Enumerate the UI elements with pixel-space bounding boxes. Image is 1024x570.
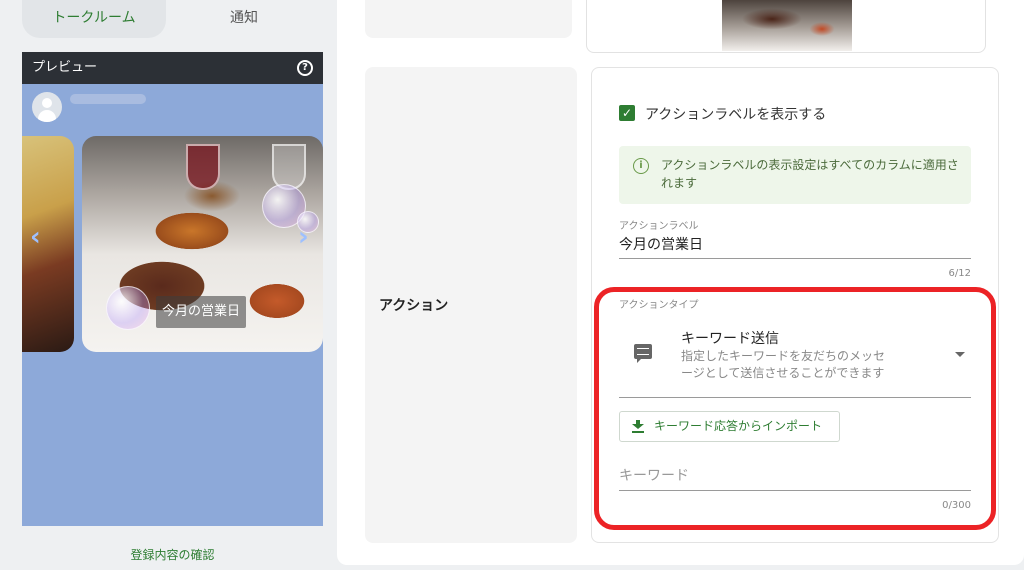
confirm-registration-link[interactable]: 登録内容の確認: [22, 546, 323, 563]
keyword-underline: [619, 490, 971, 491]
action-label-input[interactable]: 今月の営業日: [619, 234, 703, 254]
chevron-right-icon[interactable]: ›: [298, 222, 309, 252]
info-banner-text: アクションラベルの表示設定はすべてのカラムに適用されます: [661, 158, 959, 190]
chat-message-icon: [634, 344, 652, 363]
preview-title: プレビュー: [32, 60, 98, 75]
uploaded-image-thumbnail: [722, 0, 852, 51]
keyword-input[interactable]: [619, 464, 971, 488]
action-type-selected-description: 指定したキーワードを友だちのメッセージとして送信させることができます: [681, 349, 886, 380]
left-panel: トークルーム 通知 プレビュー ? 今月の営業日 ‹ › 登録内容の確認: [0, 0, 345, 570]
preview-header: プレビュー ?: [22, 52, 323, 84]
card-action-label[interactable]: 今月の営業日: [156, 296, 246, 328]
row-label-cell-image: [365, 0, 572, 38]
carousel-card-main: 今月の営業日: [82, 136, 323, 352]
checkbox-checked-icon[interactable]: ✓: [619, 105, 635, 121]
chevron-down-icon[interactable]: [955, 352, 965, 357]
action-type-selected-title: キーワード送信: [681, 331, 779, 347]
download-icon: [632, 420, 644, 433]
glass-decoration: [272, 144, 306, 190]
action-type-underline: [619, 397, 971, 398]
action-row-label: アクション: [379, 298, 449, 314]
avatar: [32, 92, 62, 122]
action-type-select[interactable]: キーワード送信 指定したキーワードを友だちのメッセージとして送信させることができ…: [619, 318, 971, 398]
import-button-label: キーワード応答からインポート: [654, 419, 823, 433]
wine-glass-decoration: [186, 144, 220, 190]
tab-notification[interactable]: 通知: [194, 0, 294, 38]
info-icon: i: [633, 158, 649, 174]
tab-bar: トークルーム 通知: [22, 0, 322, 38]
name-placeholder-bar: [70, 94, 146, 104]
show-label-checkbox-label[interactable]: アクションラベルを表示する: [645, 104, 826, 124]
action-label-counter: 6/12: [948, 268, 971, 279]
action-label-caption: アクションラベル: [619, 221, 699, 232]
action-label-underline: [619, 258, 971, 259]
info-banner: i アクションラベルの表示設定はすべてのカラムに適用されます: [619, 146, 971, 204]
chevron-left-icon[interactable]: ‹: [30, 222, 41, 252]
import-from-keyword-response-button[interactable]: キーワード応答からインポート: [619, 411, 840, 442]
question-circle-icon[interactable]: ?: [297, 60, 313, 76]
bubble-decoration: [106, 286, 150, 330]
image-content-box: [586, 0, 986, 53]
tab-talk-room[interactable]: トークルーム: [22, 0, 166, 38]
preview-panel: プレビュー ? 今月の営業日 ‹ ›: [22, 52, 323, 526]
action-type-caption: アクションタイプ: [619, 300, 699, 311]
keyword-counter: 0/300: [942, 500, 971, 511]
